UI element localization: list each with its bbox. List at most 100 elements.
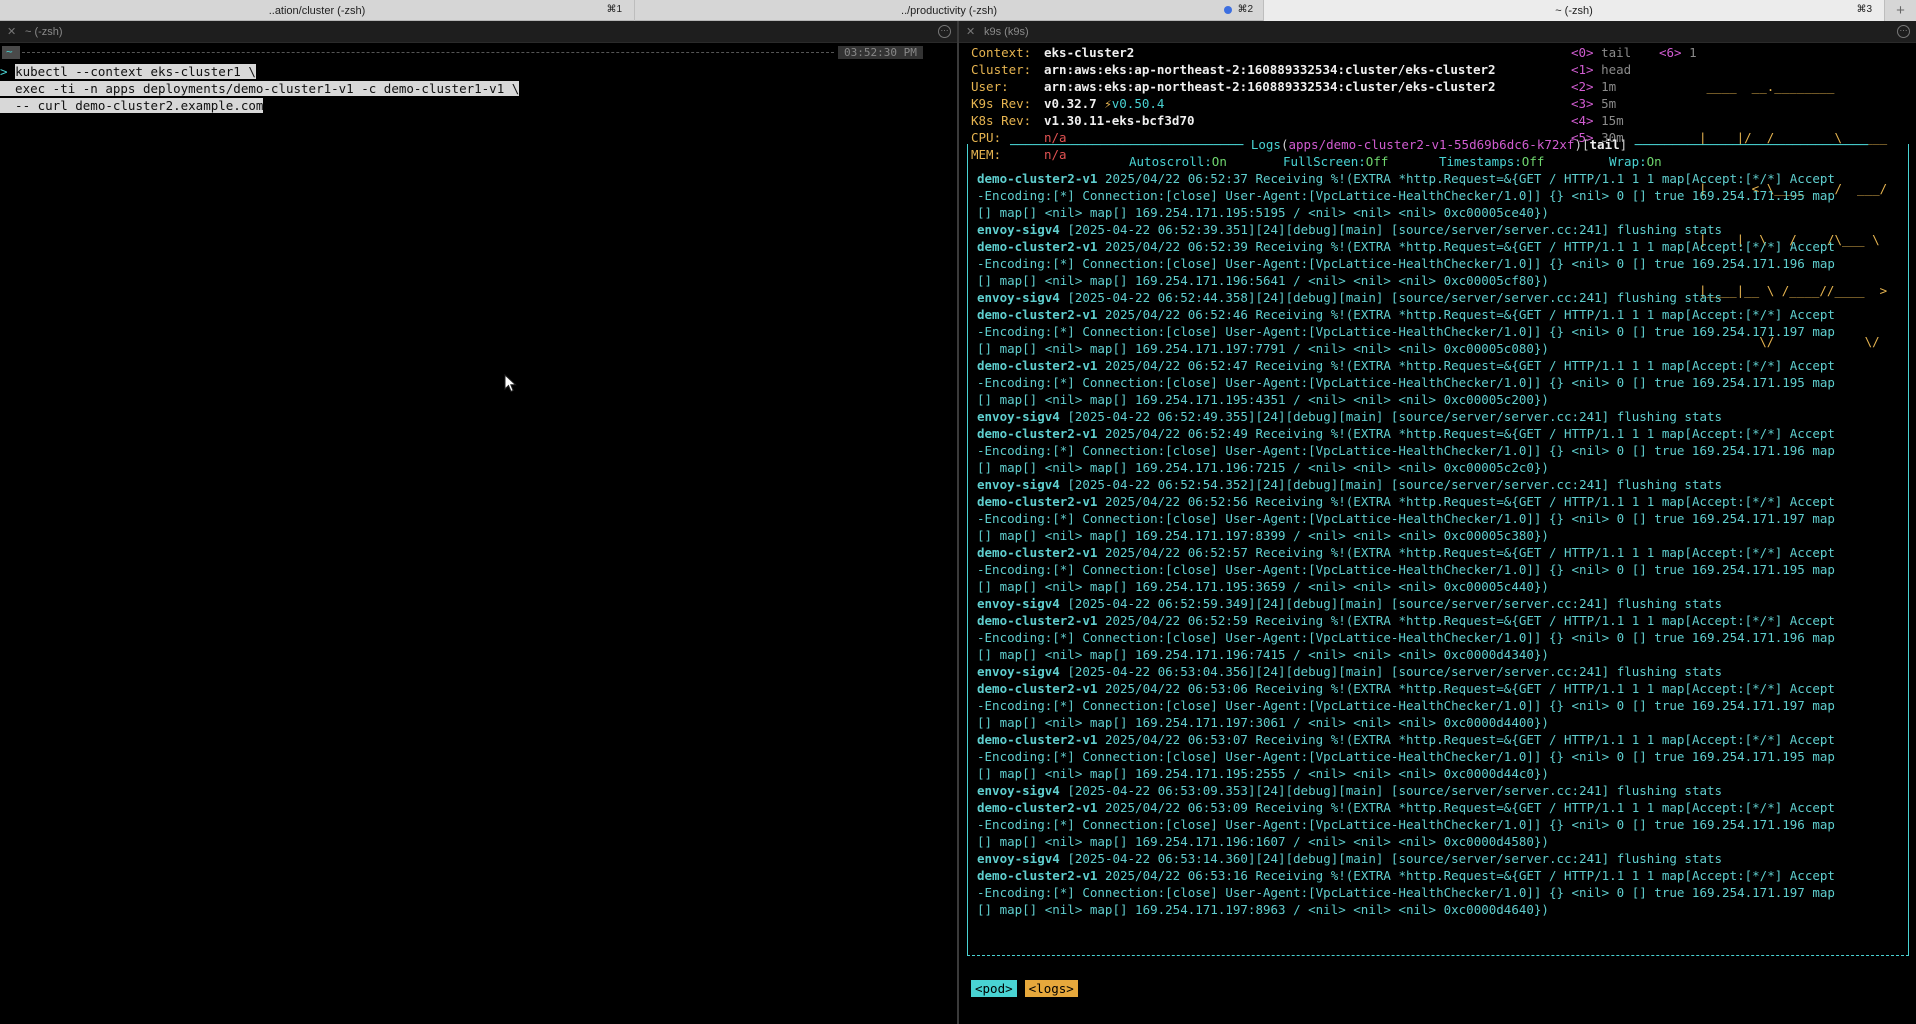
log-line: demo-cluster2-v1 2025/04/22 06:52:49 Rec… <box>977 425 1909 442</box>
log-line: demo-cluster2-v1 2025/04/22 06:52:47 Rec… <box>977 357 1909 374</box>
log-text: -Encoding:[*] Connection:[close] User-Ag… <box>977 256 1835 271</box>
tab-bar: ..ation/cluster (-zsh) ⌘1 ../productivit… <box>0 0 1916 21</box>
log-text: [2025-04-22 06:53:14.360][24][debug][mai… <box>1059 851 1723 866</box>
tab-home[interactable]: ~ (-zsh) ⌘3 <box>1264 0 1885 21</box>
log-line: demo-cluster2-v1 2025/04/22 06:53:06 Rec… <box>977 680 1909 697</box>
tab-shortcut: ⌘3 <box>1856 4 1872 15</box>
prompt-clock: 03:52:30 PM <box>838 46 923 59</box>
info-cluster: Cluster: arn:aws:eks:ap-northeast-2:16088… <box>971 61 1496 78</box>
hotkey-label: tail <box>1601 45 1632 60</box>
log-line: [] map[] <nil> map[] 169.254.171.195:365… <box>977 578 1909 595</box>
log-line: demo-cluster2-v1 2025/04/22 06:52:57 Rec… <box>977 544 1909 561</box>
pane-title: ~ (-zsh) <box>25 25 63 38</box>
info-value: v0.32.7 <box>1044 96 1097 111</box>
tab-productivity[interactable]: ../productivity (-zsh) ⌘2 <box>635 0 1264 21</box>
log-text: [2025-04-22 06:53:09.353][24][debug][mai… <box>1059 783 1723 798</box>
flag-value: On <box>1211 154 1227 169</box>
info-key: K9s Rev: <box>971 96 1032 111</box>
close-icon[interactable]: ✕ <box>7 25 19 38</box>
hotkey-key: <1> <box>1571 62 1594 77</box>
command-text: -- curl demo-cluster2.example.com <box>0 98 264 113</box>
pane-menu-icon[interactable]: ⋯ <box>938 25 951 38</box>
hotkey-key: <3> <box>1571 96 1594 111</box>
tab-cluster[interactable]: ..ation/cluster (-zsh) ⌘1 <box>0 0 635 21</box>
hotkey-head[interactable]: <1> head <box>1571 61 1631 78</box>
log-line: -Encoding:[*] Connection:[close] User-Ag… <box>977 629 1909 646</box>
log-text: [] map[] <nil> map[] 169.254.171.196:721… <box>977 460 1549 475</box>
crumb-logs[interactable]: <logs> <box>1024 980 1078 997</box>
hotkey-5m[interactable]: <3> 5m <box>1571 95 1616 112</box>
new-tab-button[interactable]: + <box>1885 0 1916 21</box>
log-line: -Encoding:[*] Connection:[close] User-Ag… <box>977 510 1909 527</box>
log-text: -Encoding:[*] Connection:[close] User-Ag… <box>977 324 1835 339</box>
upgrade-version: ⚡v0.50.4 <box>1104 96 1164 111</box>
log-line: envoy-sigv4 [2025-04-22 06:52:54.352][24… <box>977 476 1909 493</box>
log-source: demo-cluster2-v1 <box>977 732 1098 747</box>
log-line: -Encoding:[*] Connection:[close] User-Ag… <box>977 884 1909 901</box>
tab-title: ../productivity (-zsh) <box>901 4 997 17</box>
log-line: demo-cluster2-v1 2025/04/22 06:52:37 Rec… <box>977 170 1909 187</box>
flag-autoscroll[interactable]: Autoscroll:On <box>1129 153 1227 170</box>
hotkey-key: <2> <box>1571 79 1594 94</box>
terminal-right-k9s[interactable]: Context: eks-cluster2 Cluster: arn:aws:eks… <box>959 44 1916 1024</box>
close-icon[interactable]: ✕ <box>966 25 978 38</box>
hotkey-15m[interactable]: <4> 15m <box>1571 112 1624 129</box>
log-source: demo-cluster2-v1 <box>977 426 1098 441</box>
log-line: demo-cluster2-v1 2025/04/22 06:53:09 Rec… <box>977 799 1909 816</box>
flag-timestamps[interactable]: Timestamps:Off <box>1439 153 1544 170</box>
log-text: [2025-04-22 06:52:54.352][24][debug][mai… <box>1059 477 1723 492</box>
flag-key: Autoscroll: <box>1129 154 1212 169</box>
flag-fullscreen[interactable]: FullScreen:Off <box>1283 153 1388 170</box>
hotkey-label: 1 <box>1689 45 1697 60</box>
log-text: 2025/04/22 06:53:07 Receiving %!(EXTRA *… <box>1097 732 1835 747</box>
log-line: envoy-sigv4 [2025-04-22 06:53:04.356][24… <box>977 663 1909 680</box>
log-line: [] map[] <nil> map[] 169.254.171.196:564… <box>977 272 1909 289</box>
hotkey-tail[interactable]: <0> tail <box>1571 44 1631 61</box>
info-value: v1.30.11-eks-bcf3d70 <box>1044 113 1195 128</box>
flag-key: Wrap: <box>1609 154 1647 169</box>
flag-wrap[interactable]: Wrap:On <box>1609 153 1662 170</box>
log-source: demo-cluster2-v1 <box>977 307 1098 322</box>
log-line: [] map[] <nil> map[] 169.254.171.196:741… <box>977 646 1909 663</box>
log-text: [] map[] <nil> map[] 169.254.171.196:741… <box>977 647 1549 662</box>
right-pane-header: ✕ k9s (k9s) ⋯ <box>959 21 1916 43</box>
logs-title-pod: apps/demo-cluster2-v1-55d69b6dc6-k72xf <box>1288 137 1575 152</box>
flag-value: Off <box>1365 154 1389 169</box>
log-flags: Autoscroll:On FullScreen:Off Timestamps:… <box>971 153 1901 170</box>
log-text: [2025-04-22 06:52:49.355][24][debug][mai… <box>1059 409 1723 424</box>
crumb-pod[interactable]: <pod> <box>971 980 1017 997</box>
log-text: 2025/04/22 06:53:09 Receiving %!(EXTRA *… <box>1097 800 1835 815</box>
hotkey-1m[interactable]: <2> 1m <box>1571 78 1616 95</box>
log-line: [] map[] <nil> map[] 169.254.171.195:435… <box>977 391 1909 408</box>
hotkey-6[interactable]: <6> 1 <box>1659 44 1697 61</box>
log-text: -Encoding:[*] Connection:[close] User-Ag… <box>977 511 1835 526</box>
pane-menu-icon[interactable]: ⋯ <box>1897 25 1910 38</box>
log-text: -Encoding:[*] Connection:[close] User-Ag… <box>977 749 1835 764</box>
log-source: demo-cluster2-v1 <box>977 358 1098 373</box>
tab-shortcut-wrap: ⌘2 <box>1224 4 1253 15</box>
log-text: 2025/04/22 06:52:59 Receiving %!(EXTRA *… <box>1097 613 1835 628</box>
log-source: demo-cluster2-v1 <box>977 494 1098 509</box>
log-text: -Encoding:[*] Connection:[close] User-Ag… <box>977 630 1835 645</box>
log-source: envoy-sigv4 <box>977 290 1060 305</box>
log-text: -Encoding:[*] Connection:[close] User-Ag… <box>977 562 1835 577</box>
terminal-left[interactable]: ~ 03:52:30 PM > kubectl --context eks-cl… <box>0 44 957 1024</box>
log-line: envoy-sigv4 [2025-04-22 06:52:39.351][24… <box>977 221 1909 238</box>
log-text: [] map[] <nil> map[] 169.254.171.197:896… <box>977 902 1549 917</box>
prompt-chevron-icon: > <box>0 64 8 79</box>
info-key: K8s Rev: <box>971 113 1032 128</box>
command-line: > kubectl --context eks-cluster1 \ <box>0 63 256 80</box>
log-text: 2025/04/22 06:52:39 Receiving %!(EXTRA *… <box>1097 239 1835 254</box>
upgrade-version-text: v0.50.4 <box>1111 96 1165 111</box>
log-line: [] map[] <nil> map[] 169.254.171.196:160… <box>977 833 1909 850</box>
log-line: demo-cluster2-v1 2025/04/22 06:53:16 Rec… <box>977 867 1909 884</box>
log-text: 2025/04/22 06:53:16 Receiving %!(EXTRA *… <box>1097 868 1835 883</box>
logo-line: ____ __.________ <box>1699 79 1835 94</box>
tab-shortcut: ⌘2 <box>1237 4 1253 15</box>
log-line: [] map[] <nil> map[] 169.254.171.195:519… <box>977 204 1909 221</box>
log-text: 2025/04/22 06:52:46 Receiving %!(EXTRA *… <box>1097 307 1835 322</box>
log-text: 2025/04/22 06:53:06 Receiving %!(EXTRA *… <box>1097 681 1835 696</box>
log-line: demo-cluster2-v1 2025/04/22 06:52:46 Rec… <box>977 306 1909 323</box>
log-lines[interactable]: demo-cluster2-v1 2025/04/22 06:52:37 Rec… <box>977 170 1909 918</box>
log-text: 2025/04/22 06:52:56 Receiving %!(EXTRA *… <box>1097 494 1835 509</box>
